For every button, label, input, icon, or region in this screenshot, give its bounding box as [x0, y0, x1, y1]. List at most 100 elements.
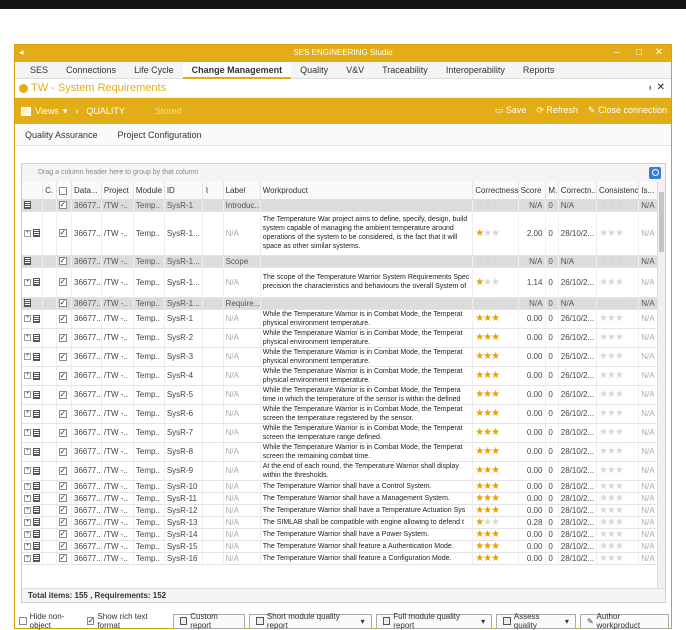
table-row[interactable]: +36677../TW -..Temp..SysR-9 N/AAt the end…: [22, 461, 662, 481]
table-row[interactable]: +36677../TW -..Temp..SysR-13 N/AThe SIMLA…: [22, 516, 662, 529]
row-expand-cell[interactable]: [22, 297, 44, 310]
row-expand-cell[interactable]: +: [22, 385, 44, 405]
show-rich-text-checkbox[interactable]: [86, 616, 95, 625]
cell-check[interactable]: [56, 267, 73, 298]
document-tab[interactable]: TW - System Requirements ᵼ ✕: [15, 79, 671, 98]
expand-icon[interactable]: +: [24, 315, 31, 323]
expand-icon[interactable]: +: [24, 467, 31, 475]
row-expand-cell[interactable]: +: [22, 540, 44, 553]
table-row[interactable]: +36677../TW -..Temp..SysR-8 N/AWhile the …: [22, 442, 662, 462]
row-expand-cell[interactable]: +: [22, 366, 44, 386]
menu-reports[interactable]: Reports: [514, 62, 564, 79]
row-checkbox[interactable]: [58, 409, 67, 418]
cell-check[interactable]: [56, 385, 73, 405]
row-checkbox[interactable]: [58, 541, 67, 551]
cell-check[interactable]: [56, 504, 73, 517]
row-expand-cell[interactable]: +: [22, 328, 44, 348]
menu-interoperability[interactable]: Interoperability: [437, 62, 514, 79]
close-button[interactable]: ✕: [649, 47, 669, 58]
table-row[interactable]: +36677../TW -..Temp..SysR-15 N/AThe Tempe…: [22, 540, 662, 553]
section-row[interactable]: 36677../TW -..Temp..SysR-1...Scope★★★N/A…: [22, 255, 662, 268]
cell-check[interactable]: [56, 423, 73, 443]
col-id[interactable]: ID: [164, 182, 203, 200]
col-project[interactable]: Project: [101, 182, 134, 200]
breadcrumb-quality[interactable]: QUALITY: [86, 106, 125, 116]
table-row[interactable]: +36677../TW -..Temp..SysR-1... N/AThe Tem…: [22, 211, 662, 256]
row-checkbox[interactable]: [58, 314, 67, 323]
cell-check[interactable]: [56, 404, 73, 424]
views-dropdown[interactable]: Views ▾: [21, 106, 67, 117]
row-expand-cell[interactable]: +: [22, 404, 44, 424]
expand-icon[interactable]: +: [24, 518, 31, 526]
row-checkbox[interactable]: [58, 228, 67, 238]
row-checkbox[interactable]: [58, 371, 67, 380]
expand-icon[interactable]: +: [24, 391, 31, 399]
close-connection-button[interactable]: ✎ Close connection: [588, 105, 667, 116]
menu-vv[interactable]: V&V: [337, 62, 373, 79]
custom-report-button[interactable]: Custom report: [172, 612, 246, 630]
table-row[interactable]: +36677../TW -..Temp..SysR-3 N/AWhile the …: [22, 347, 662, 367]
expand-icon[interactable]: +: [24, 429, 31, 437]
col-m[interactable]: M..: [545, 182, 559, 200]
expand-icon[interactable]: +: [24, 448, 31, 456]
show-rich-text-toggle[interactable]: Show rich text format: [86, 612, 169, 630]
row-checkbox[interactable]: [58, 277, 67, 287]
expand-icon[interactable]: +: [24, 542, 31, 550]
row-expand-cell[interactable]: +: [22, 461, 44, 481]
stored-button[interactable]: Stored: [155, 106, 182, 116]
table-row[interactable]: +36677../TW -..Temp..SysR-6 N/AWhile the …: [22, 404, 662, 424]
cell-check[interactable]: [56, 328, 73, 348]
col-correctness[interactable]: Correctness: [472, 182, 519, 200]
row-expand-cell[interactable]: +: [22, 516, 44, 529]
row-checkbox[interactable]: [58, 352, 67, 361]
cell-check[interactable]: [56, 255, 73, 268]
col-workproduct[interactable]: Workproduct: [260, 182, 474, 200]
expand-icon[interactable]: +: [24, 494, 31, 502]
col-correctness-date[interactable]: Correctn...: [558, 182, 597, 200]
table-row[interactable]: +36677../TW -..Temp..SysR-16 N/AThe Tempe…: [22, 552, 662, 565]
row-expand-cell[interactable]: +: [22, 347, 44, 367]
row-checkbox[interactable]: [58, 553, 67, 563]
author-workproduct-button[interactable]: ✎ Author workproduct: [579, 612, 669, 630]
cell-check[interactable]: [56, 297, 73, 310]
expand-icon[interactable]: +: [24, 353, 31, 361]
col-consistency[interactable]: Consistency: [596, 182, 640, 200]
cell-check[interactable]: [56, 480, 73, 493]
hide-non-object-toggle[interactable]: Hide non-object: [19, 612, 83, 630]
row-checkbox[interactable]: [58, 447, 67, 456]
menu-quality[interactable]: Quality: [291, 62, 337, 79]
col-check[interactable]: [56, 182, 73, 200]
menu-connections[interactable]: Connections: [57, 62, 125, 79]
cell-check[interactable]: [56, 528, 73, 541]
scrollbar-thumb[interactable]: [659, 192, 664, 252]
select-all-checkbox[interactable]: [58, 186, 67, 195]
refresh-button[interactable]: ⟳ Refresh: [536, 105, 578, 116]
table-row[interactable]: +36677../TW -..Temp..SysR-4 N/AWhile the …: [22, 366, 662, 386]
expand-icon[interactable]: +: [24, 410, 31, 418]
row-checkbox[interactable]: [58, 505, 67, 515]
row-expand-cell[interactable]: +: [22, 552, 44, 565]
cell-check[interactable]: [56, 347, 73, 367]
short-report-button[interactable]: Short module quality report ▾: [249, 612, 372, 630]
section-row[interactable]: 36677../TW -..Temp..SysR-1 Introduc... ★★★…: [22, 199, 662, 212]
row-expand-cell[interactable]: [22, 255, 44, 268]
cell-check[interactable]: [56, 366, 73, 386]
menu-change-management[interactable]: Change Management: [182, 61, 292, 79]
cell-check[interactable]: [56, 309, 73, 329]
cell-check[interactable]: [56, 199, 73, 212]
table-row[interactable]: +36677../TW -..Temp..SysR-11 N/AThe Tempe…: [22, 492, 662, 505]
row-checkbox[interactable]: [58, 493, 67, 503]
assess-quality-button[interactable]: Assess quality ▾: [496, 612, 576, 630]
row-checkbox[interactable]: [58, 529, 67, 539]
row-expand-cell[interactable]: [22, 199, 44, 212]
cell-check[interactable]: [56, 442, 73, 462]
row-expand-cell[interactable]: +: [22, 267, 44, 298]
table-row[interactable]: +36677../TW -..Temp..SysR-2 N/AWhile the …: [22, 328, 662, 348]
row-checkbox[interactable]: [58, 390, 67, 399]
section-row[interactable]: 36677../TW -..Temp..SysR-1... Require... ★…: [22, 297, 662, 310]
expand-icon[interactable]: +: [24, 229, 31, 237]
table-row[interactable]: +36677../TW -..Temp..SysR-14 N/AThe Tempe…: [22, 528, 662, 541]
col-label[interactable]: Label: [223, 182, 261, 200]
menu-ses[interactable]: SES: [21, 62, 57, 79]
cell-check[interactable]: [56, 211, 73, 256]
